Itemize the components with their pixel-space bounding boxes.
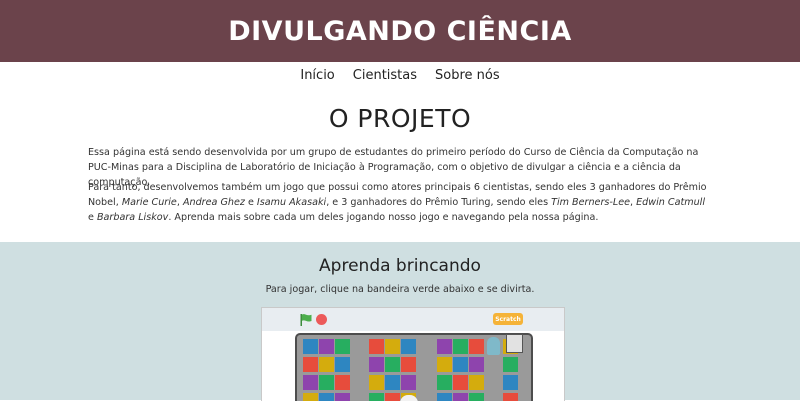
site-title: DIVULGANDO CIÊNCIA bbox=[228, 15, 572, 47]
board-tile bbox=[401, 357, 416, 372]
project-paragraph-2: Para tanto, desenvolvemos também um jogo… bbox=[88, 180, 712, 225]
stop-icon[interactable] bbox=[316, 314, 327, 325]
board-tile bbox=[335, 357, 350, 372]
board-tile bbox=[319, 357, 334, 372]
board-tile bbox=[303, 357, 318, 372]
board-tile bbox=[503, 357, 518, 372]
game-instruction: Para jogar, clique na bandeira verde aba… bbox=[265, 284, 535, 295]
nav-link-sobre-nos[interactable]: Sobre nós bbox=[435, 68, 500, 83]
board-tile bbox=[369, 357, 384, 372]
board-tile bbox=[437, 375, 452, 390]
game-section-title: Aprenda brincando bbox=[319, 256, 481, 276]
score-card bbox=[506, 334, 523, 353]
board-tile bbox=[503, 375, 518, 390]
board-tile bbox=[469, 357, 484, 372]
player-token bbox=[487, 337, 500, 355]
green-flag-icon[interactable] bbox=[299, 313, 313, 327]
game-stage[interactable] bbox=[262, 331, 564, 401]
site-header: DIVULGANDO CIÊNCIA bbox=[0, 0, 800, 62]
paragraph-text: e bbox=[244, 197, 257, 208]
board-tile bbox=[437, 339, 452, 354]
board-tile bbox=[453, 357, 468, 372]
board-tile bbox=[385, 339, 400, 354]
board-tile bbox=[369, 375, 384, 390]
scientist-name: Marie Curie bbox=[121, 197, 177, 208]
board-tile bbox=[453, 375, 468, 390]
paragraph-text: . Aprenda mais sobre cada um deles jogan… bbox=[168, 212, 599, 223]
board-tile bbox=[385, 357, 400, 372]
board-tile bbox=[401, 339, 416, 354]
nav-link-inicio[interactable]: Início bbox=[300, 68, 334, 83]
paragraph-text: e bbox=[88, 212, 97, 223]
main-nav: Início Cientistas Sobre nós bbox=[0, 62, 800, 88]
scratch-player[interactable]: Scratch bbox=[261, 307, 565, 401]
board-tile bbox=[335, 375, 350, 390]
board-tile bbox=[319, 375, 334, 390]
board-tile bbox=[319, 339, 334, 354]
scratch-logo: Scratch bbox=[493, 313, 523, 325]
board-tile bbox=[401, 375, 416, 390]
player-controls: Scratch bbox=[262, 308, 564, 331]
board-tile bbox=[437, 357, 452, 372]
scientist-name: Barbara Liskov bbox=[96, 212, 169, 223]
board-tile bbox=[385, 375, 400, 390]
paragraph-text: , e 3 ganhadores do Prêmio Turing, sendo… bbox=[326, 197, 552, 208]
scientist-name: Isamu Akasaki bbox=[256, 197, 327, 208]
scratch-logo-text: Scratch bbox=[495, 315, 521, 323]
board-tile bbox=[469, 339, 484, 354]
board-tile bbox=[303, 339, 318, 354]
board-tile bbox=[303, 375, 318, 390]
scientist-name: Edwin Catmull bbox=[636, 197, 706, 208]
board-tile bbox=[469, 375, 484, 390]
board-tile bbox=[369, 339, 384, 354]
scientist-name: Tim Berners-Lee bbox=[551, 197, 631, 208]
scientist-name: Andrea Ghez bbox=[182, 197, 245, 208]
nav-link-cientistas[interactable]: Cientistas bbox=[353, 68, 417, 83]
board-tile bbox=[335, 339, 350, 354]
board-tile bbox=[453, 339, 468, 354]
project-title: O PROJETO bbox=[328, 104, 472, 133]
